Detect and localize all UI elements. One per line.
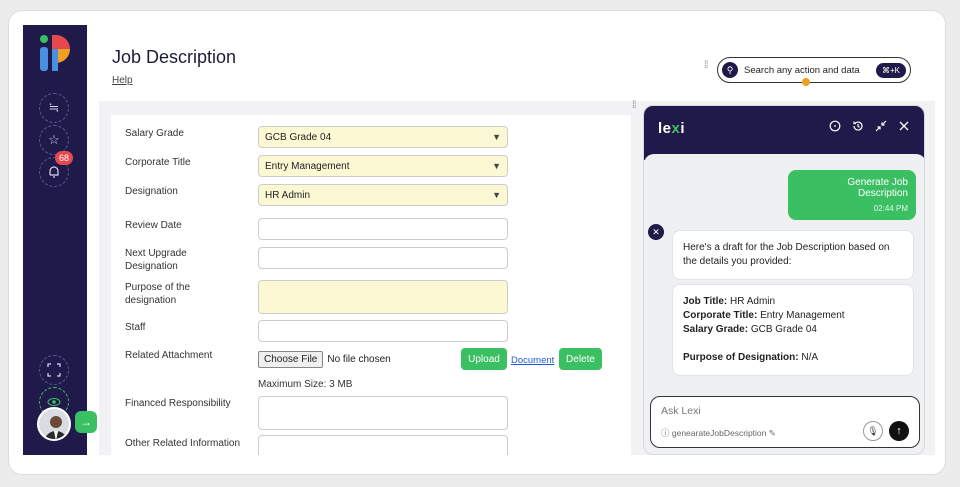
panel-drag-handle-icon[interactable]: ⁞⁞	[632, 101, 636, 111]
salary-grade-label: Salary Grade	[125, 128, 184, 139]
delete-button[interactable]: Delete	[559, 348, 602, 370]
logout-icon[interactable]: →	[75, 411, 97, 433]
file-status: No file chosen	[327, 354, 391, 365]
purpose-draft-label: Purpose of Designation:	[683, 352, 799, 363]
corp-title-value: Entry Management	[760, 310, 845, 321]
shortcut-badge: ⌘+K	[875, 62, 906, 78]
app-logo	[40, 35, 70, 71]
file-chooser[interactable]: Choose File No file chosen	[258, 351, 391, 368]
designation-label: Designation	[125, 186, 178, 197]
bot-draft-card: Job Title: HR Admin Corporate Title: Ent…	[672, 284, 914, 376]
attachment-label: Related Attachment	[125, 350, 213, 361]
other-info-label: Other Related Information	[125, 438, 241, 449]
search-input[interactable]: Search any action and data	[744, 65, 876, 76]
salary-grade-value: GCB Grade 04	[265, 131, 332, 143]
search-icon: ⚲	[722, 62, 738, 78]
search-bar[interactable]: ⚲ Search any action and data ⌘+K	[717, 57, 911, 83]
draft-job-title: Job Title: HR Admin	[683, 295, 903, 309]
corporate-title-label: Corporate Title	[125, 157, 191, 168]
choose-file-button[interactable]: Choose File	[258, 351, 324, 368]
send-icon[interactable]: ↑	[889, 421, 909, 441]
user-message: Generate Job Description 02:44 PM	[788, 170, 916, 220]
lexi-logo-end: i	[680, 120, 686, 137]
draft-purpose: Purpose of Designation: N/A	[683, 351, 903, 365]
next-upgrade-input[interactable]	[258, 247, 508, 269]
chevron-down-icon: ▼	[492, 132, 501, 142]
context-text: genearateJobDescription	[671, 428, 767, 438]
page-title: Job Description	[112, 47, 237, 67]
user-message-text: Generate Job Description	[847, 177, 908, 199]
lexi-header: lexi	[644, 106, 924, 160]
bot-message: Here's a draft for the Job Description b…	[672, 230, 914, 280]
salary-value: GCB Grade 04	[750, 324, 817, 335]
corporate-title-value: Entry Management	[265, 160, 350, 172]
message-time: 02:44 PM	[873, 204, 908, 213]
draft-corp-title: Corporate Title: Entry Management	[683, 309, 903, 323]
notification-badge: 68	[55, 151, 73, 165]
max-size-note: Maximum Size: 3 MB	[258, 379, 353, 390]
app-frame: ≒ ☆ 68 → Job Description Help ⁞⁞ ⚲ Searc…	[8, 10, 946, 475]
review-date-label: Review Date	[125, 220, 182, 231]
salary-grade-select[interactable]: GCB Grade 04 ▼	[258, 126, 508, 148]
filter-icon[interactable]: ≒	[39, 93, 69, 123]
expand-icon[interactable]	[39, 355, 69, 385]
chevron-down-icon: ▼	[492, 161, 501, 171]
purpose-label: Purpose of the designation	[125, 282, 191, 306]
search-indicator	[802, 78, 810, 86]
review-date-input[interactable]	[258, 218, 508, 240]
mic-icon[interactable]: 🎙	[863, 421, 883, 441]
app: ≒ ☆ 68 → Job Description Help ⁞⁞ ⚲ Searc…	[23, 25, 935, 455]
financed-textarea[interactable]	[258, 396, 508, 430]
upload-button[interactable]: Upload	[461, 348, 507, 370]
lexi-logo: lexi	[658, 120, 685, 137]
chat-icon[interactable]	[829, 120, 841, 135]
purpose-draft-value: N/A	[801, 352, 819, 363]
other-info-textarea[interactable]	[258, 435, 508, 455]
lexi-input-box[interactable]: Ask Lexi ⓘ genearateJobDescription ✎ 🎙 ↑	[650, 396, 920, 448]
salary-label: Salary Grade:	[683, 324, 749, 335]
sidebar: ≒ ☆ 68 →	[23, 25, 97, 455]
close-icon[interactable]	[898, 120, 910, 135]
lexi-input[interactable]: Ask Lexi	[661, 405, 701, 417]
corporate-title-select[interactable]: Entry Management ▼	[258, 155, 508, 177]
history-icon[interactable]	[852, 120, 864, 135]
lexi-panel: lexi Generate Job Description 02:44 PM ✕…	[643, 105, 925, 455]
financed-label: Financed Responsibility	[125, 398, 231, 409]
corp-title-label: Corporate Title:	[683, 310, 758, 321]
staff-input[interactable]	[258, 320, 508, 342]
designation-select[interactable]: HR Admin ▼	[258, 184, 508, 206]
next-upgrade-label: Next Upgrade Designation	[125, 248, 187, 272]
staff-label: Staff	[125, 322, 146, 333]
help-link[interactable]: Help	[112, 75, 133, 86]
draft-salary-grade: Salary Grade: GCB Grade 04	[683, 323, 903, 337]
lexi-logo-main: le	[658, 120, 672, 137]
drag-handle-icon[interactable]: ⁞⁞	[704, 61, 708, 71]
chevron-down-icon: ▼	[492, 190, 501, 200]
document-link[interactable]: Document	[511, 355, 554, 366]
bot-avatar-icon: ✕	[648, 224, 664, 240]
purpose-textarea[interactable]	[258, 280, 508, 314]
lexi-toolbar	[829, 120, 910, 135]
minimize-icon[interactable]	[875, 120, 887, 135]
designation-value: HR Admin	[265, 189, 311, 201]
job-title-label: Job Title:	[683, 296, 728, 307]
context-tag: ⓘ genearateJobDescription ✎	[661, 428, 776, 438]
job-title-value: HR Admin	[730, 296, 776, 307]
avatar[interactable]	[37, 407, 71, 441]
